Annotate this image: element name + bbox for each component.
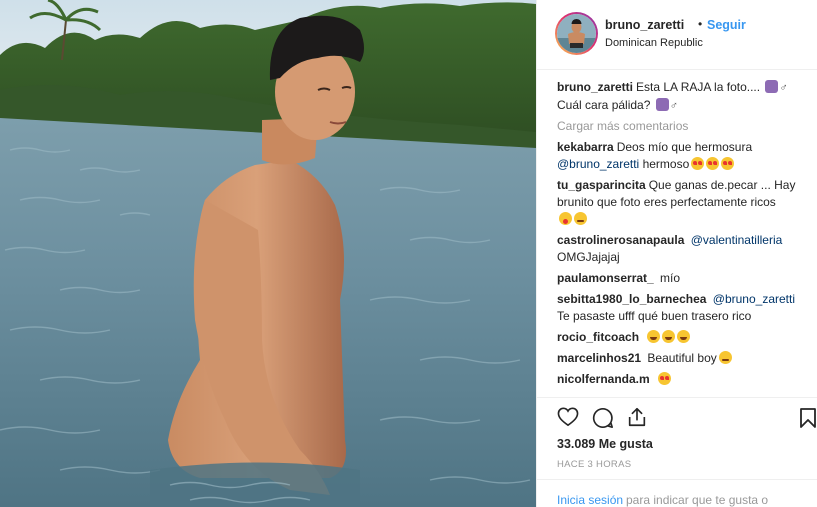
share-upload-icon[interactable] bbox=[626, 406, 648, 428]
load-more-comments-button[interactable]: Cargar más comentarios bbox=[557, 119, 813, 133]
comment-username[interactable]: sebitta1980_lo_barnechea bbox=[557, 292, 706, 306]
post-sidebar: bruno_zaretti • Seguir Dominican Republi… bbox=[536, 0, 817, 507]
person-emoji-icon bbox=[765, 80, 779, 93]
comment-username[interactable]: castrolinerosanapaula bbox=[557, 233, 684, 247]
bookmark-icon[interactable] bbox=[799, 407, 817, 429]
comment-username[interactable]: kekabarra bbox=[557, 140, 614, 154]
comment-bubble-icon[interactable] bbox=[592, 407, 614, 429]
post-timestamp[interactable]: HACE 3 HORAS bbox=[557, 459, 631, 470]
person-emoji-icon bbox=[655, 98, 669, 111]
comment-text: mío bbox=[660, 271, 681, 285]
list-item: kekabarra Deos mío que hermosura @bruno_z… bbox=[557, 139, 813, 173]
comment-text: Beautiful boy bbox=[647, 351, 717, 365]
follow-button[interactable]: Seguir bbox=[707, 18, 746, 32]
comment-mention[interactable]: @bruno_zaretti bbox=[557, 157, 639, 171]
list-item: paulamonserrat_ mío bbox=[557, 270, 813, 287]
list-item: nicolfernanda.m bbox=[557, 371, 813, 388]
caption-text-2: Cuál cara pálida? bbox=[557, 98, 651, 112]
comment-username[interactable]: tu_gasparincita bbox=[557, 178, 646, 192]
separator-dot: • bbox=[698, 17, 703, 31]
location-link[interactable]: Dominican Republic bbox=[605, 37, 703, 49]
caption: bruno_zaretti Esta LA RAJA la foto.... ♂ … bbox=[557, 79, 813, 115]
heart-eyes-emoji-icon bbox=[721, 157, 735, 170]
caption-text: Esta LA RAJA la foto.... bbox=[636, 80, 761, 94]
comment-text: Te pasaste ufff qué buen trasero rico bbox=[557, 309, 752, 323]
comment-text: OMGJajajaj bbox=[557, 250, 620, 264]
avatar[interactable] bbox=[555, 12, 598, 55]
list-item: castrolinerosanapaula @valentinatilleria… bbox=[557, 232, 813, 266]
list-item: tu_gasparincita Que ganas de.pecar ... Ha… bbox=[557, 177, 813, 228]
action-bar bbox=[537, 397, 817, 437]
list-item: rocio_fitcoach bbox=[557, 329, 813, 346]
tongue-emoji-icon bbox=[559, 212, 572, 225]
male-sign-icon: ♂ bbox=[779, 82, 788, 94]
laughing-emoji-icon bbox=[662, 330, 676, 343]
male-sign-icon: ♂ bbox=[669, 100, 678, 112]
laughing-emoji-icon bbox=[647, 330, 661, 343]
comment-username[interactable]: rocio_fitcoach bbox=[557, 330, 639, 344]
laughing-emoji-icon bbox=[677, 330, 691, 343]
beach-photo bbox=[0, 0, 536, 507]
heart-eyes-emoji-icon bbox=[691, 157, 705, 170]
heart-outline-icon[interactable] bbox=[557, 407, 579, 427]
comment-username[interactable]: nicolfernanda.m bbox=[557, 372, 650, 386]
caption-username[interactable]: bruno_zaretti bbox=[557, 80, 633, 94]
comment-mention[interactable]: @valentinatilleria bbox=[691, 233, 783, 247]
login-link[interactable]: Inicia sesión bbox=[557, 493, 623, 507]
comment-text: hermoso bbox=[642, 157, 690, 171]
heart-eyes-emoji-icon bbox=[658, 372, 672, 385]
instagram-post: bruno_zaretti • Seguir Dominican Republi… bbox=[0, 0, 817, 507]
list-item: sebitta1980_lo_barnechea @bruno_zaretti … bbox=[557, 291, 813, 325]
username-link[interactable]: bruno_zaretti bbox=[605, 18, 684, 32]
comment-username[interactable]: marcelinhos21 bbox=[557, 351, 641, 365]
post-header: bruno_zaretti • Seguir Dominican Republi… bbox=[537, 0, 817, 70]
yum-emoji-icon bbox=[718, 351, 732, 364]
comment-username[interactable]: paulamonserrat_ bbox=[557, 271, 654, 285]
comments-list: bruno_zaretti Esta LA RAJA la foto.... ♂ … bbox=[557, 79, 813, 392]
list-item: marcelinhos21 Beautiful boy bbox=[557, 350, 813, 367]
post-photo[interactable] bbox=[0, 0, 536, 507]
yum-emoji-icon bbox=[574, 212, 587, 225]
comment-text: Deos mío que hermosura bbox=[616, 140, 753, 154]
heart-eyes-emoji-icon bbox=[706, 157, 720, 170]
login-prompt-text: para indicar que te gusta o bbox=[626, 493, 769, 507]
like-count[interactable]: 33.089 Me gusta bbox=[557, 437, 653, 451]
login-prompt: Inicia sesión para indicar que te gusta … bbox=[537, 479, 817, 507]
avatar-image bbox=[557, 14, 596, 53]
comment-mention[interactable]: @bruno_zaretti bbox=[713, 292, 795, 306]
